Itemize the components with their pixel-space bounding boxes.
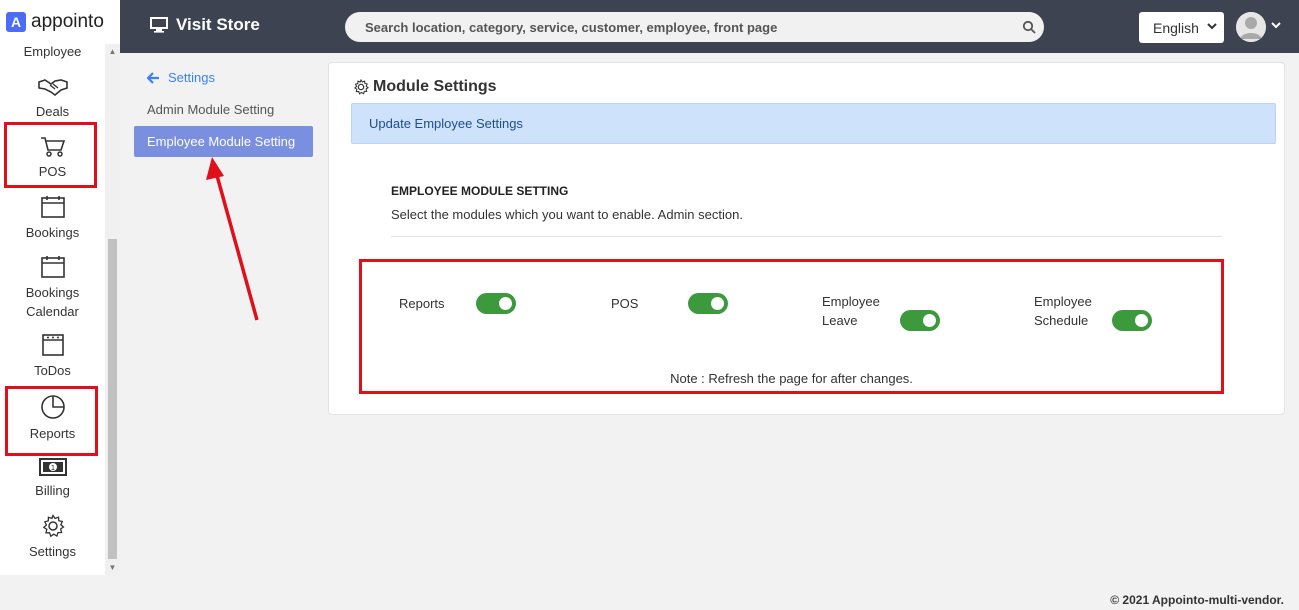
settings-back-label: Settings [168, 70, 215, 85]
sidebar-item-label: ToDos [34, 363, 71, 378]
card-title: Module Settings [353, 78, 497, 96]
module-label-line: Employee [1034, 294, 1092, 309]
top-bar: Visit Store English [120, 0, 1299, 53]
language-select-value: English [1153, 19, 1199, 36]
sidebar: A appointo Employee Deals POS Bookings B… [0, 0, 120, 575]
annotation-arrow-icon [206, 157, 259, 321]
highlight-box-reports [5, 386, 98, 456]
module-label-employee-schedule: Employee Schedule [1034, 292, 1092, 330]
module-settings-card: Module Settings Update Employee Settings… [328, 62, 1285, 415]
sidebar-item-todos[interactable]: ToDos [0, 333, 105, 380]
sidebar-item-bookings[interactable]: Bookings [0, 195, 105, 242]
handshake-icon [37, 79, 68, 97]
module-label-line: Leave [822, 313, 858, 328]
calendar-icon [40, 256, 65, 278]
section-heading: EMPLOYEE MODULE SETTING [391, 184, 569, 198]
scroll-up-arrow-icon[interactable]: ▲ [105, 44, 120, 59]
sidebar-item-label: Bookings Calendar [25, 285, 80, 319]
sidebar-item-deals[interactable]: Deals [0, 76, 105, 121]
search-bar[interactable] [345, 12, 1044, 42]
chevron-down-icon [1207, 23, 1217, 30]
refresh-note: Note : Refresh the page for after change… [670, 371, 913, 386]
brand-logo-mark: A [6, 12, 26, 32]
monitor-icon [150, 17, 168, 33]
info-alert-text: Update Employee Settings [369, 116, 523, 131]
brand-name: appointo [31, 11, 104, 32]
module-label-employee-leave: Employee Leave [822, 292, 880, 330]
toggle-employee-leave[interactable] [900, 310, 940, 331]
card-title-text: Module Settings [373, 78, 497, 95]
scroll-down-arrow-icon[interactable]: ▼ [105, 560, 120, 575]
user-avatar-icon [1236, 12, 1266, 42]
sidebar-item-label: Billing [35, 483, 70, 498]
visit-store-label: Visit Store [176, 15, 260, 34]
chevron-down-icon[interactable] [1270, 20, 1282, 32]
divider [391, 236, 1222, 237]
nav-employee-module-setting-label: Employee Module Setting [147, 134, 296, 149]
search-icon[interactable] [1022, 20, 1036, 34]
calendar-icon [40, 196, 65, 218]
language-select[interactable]: English [1139, 12, 1224, 43]
toggle-employee-schedule[interactable] [1112, 310, 1152, 331]
module-label-line: Employee [822, 294, 880, 309]
money-bill-icon: 1 [38, 458, 67, 476]
module-label-line: Schedule [1034, 313, 1089, 328]
module-label-pos: POS [611, 296, 639, 311]
svg-text:1: 1 [50, 464, 54, 472]
scroll-thumb[interactable] [108, 239, 117, 559]
gear-icon [42, 514, 65, 538]
section-description: Select the modules which you want to ena… [391, 207, 743, 222]
toggle-pos[interactable] [688, 293, 728, 314]
modules-group: Reports POS Employee Leave Employee Sche… [359, 259, 1224, 394]
info-alert: Update Employee Settings [351, 103, 1276, 144]
search-input[interactable] [365, 19, 1005, 35]
module-label-reports: Reports [399, 296, 445, 311]
sidebar-item-label: Employee [23, 44, 82, 59]
sidebar-scrollbar[interactable]: ▲ ▼ [105, 44, 120, 575]
avatar[interactable] [1236, 12, 1266, 42]
settings-back-link[interactable]: Settings [147, 70, 215, 85]
sidebar-item-bookings-calendar[interactable]: Bookings Calendar [0, 255, 105, 321]
sidebar-item-label: Deals [35, 104, 70, 119]
toggle-reports[interactable] [476, 293, 516, 314]
visit-store-link[interactable]: Visit Store [150, 15, 260, 35]
todo-list-icon [41, 334, 64, 356]
arrow-left-icon [147, 71, 159, 84]
nav-admin-module-setting[interactable]: Admin Module Setting [147, 102, 274, 117]
highlight-box-pos [4, 122, 97, 188]
gear-icon [353, 79, 369, 95]
sidebar-item-settings[interactable]: Settings [0, 514, 105, 561]
sidebar-item-label: Bookings [25, 225, 80, 240]
footer-copyright: © 2021 Appointo-multi-vendor. [1110, 593, 1284, 607]
sidebar-item-billing[interactable]: 1 Billing [0, 457, 105, 500]
sidebar-item-label: Settings [29, 544, 76, 559]
brand-logo[interactable]: A appointo [6, 9, 104, 35]
sidebar-item-employee[interactable]: Employee [0, 42, 105, 61]
